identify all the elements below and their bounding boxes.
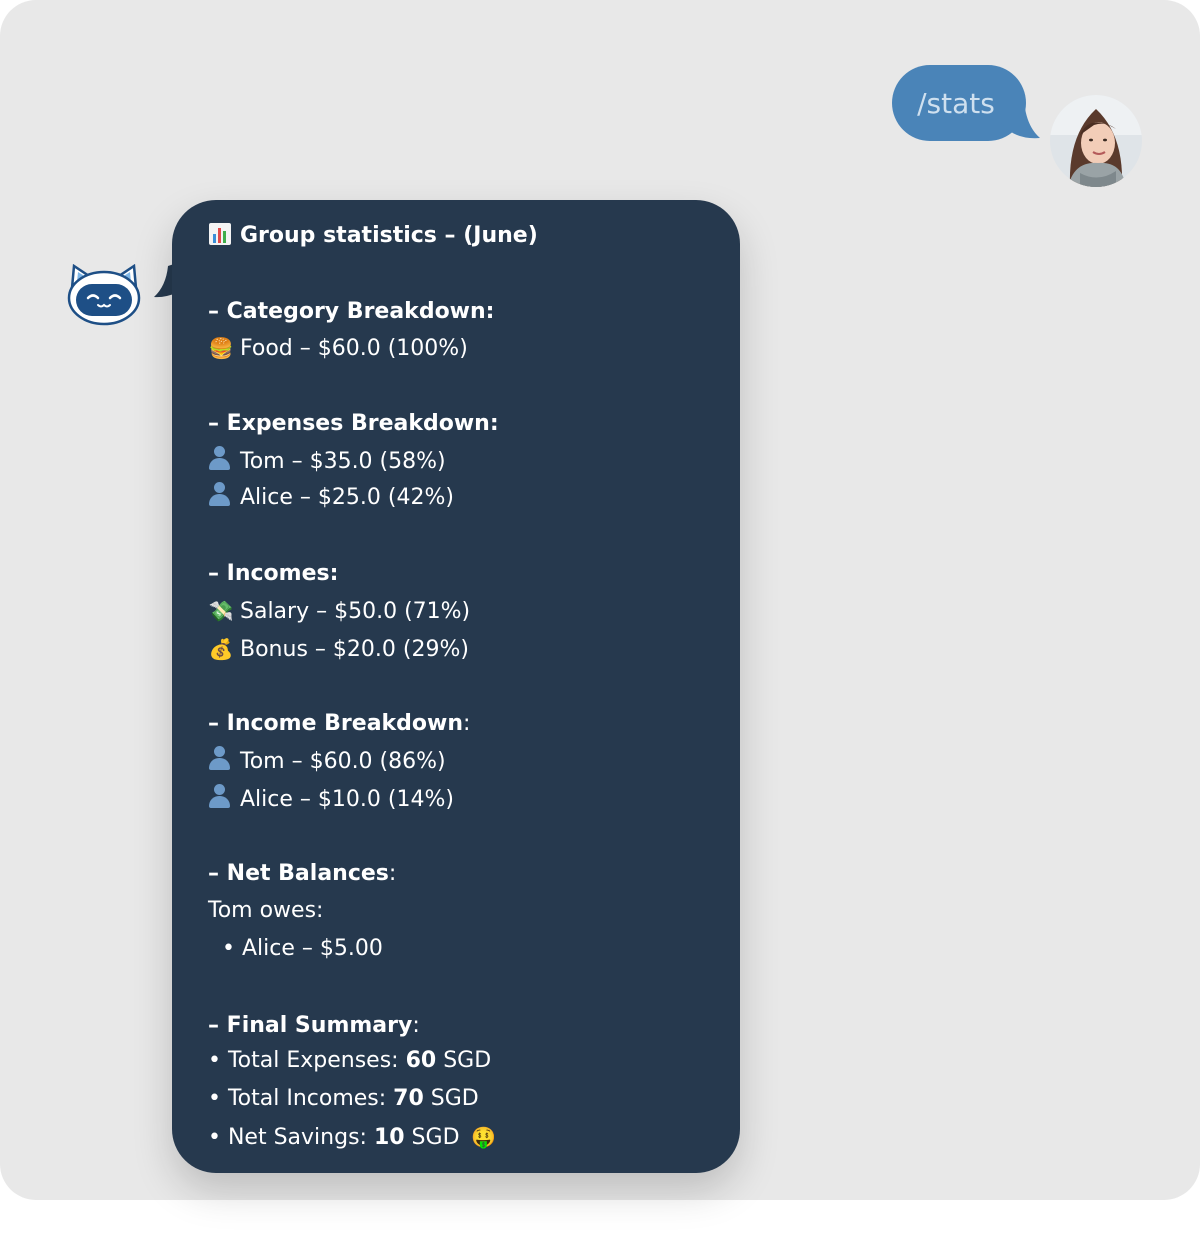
expense-item-alice: Alice – $25.0 (42%)	[208, 482, 454, 513]
user-message-text: /stats	[917, 86, 995, 120]
person-icon	[208, 784, 230, 810]
stats-title: Group statistics – (June)	[208, 221, 538, 251]
bot-avatar[interactable]	[66, 263, 142, 326]
category-item-food: 🍔 Food – $60.0 (100%)	[208, 333, 468, 364]
summary-net-savings: • Net Savings: 10 SGD 🤑	[208, 1122, 503, 1153]
income-breakdown-item-alice: Alice – $10.0 (14%)	[208, 784, 454, 815]
cat-robot-icon	[67, 263, 141, 326]
final-summary-header: – Final Summary:	[208, 1013, 420, 1038]
user-bubble-tail	[1000, 100, 1040, 139]
money-bag-icon: 💰	[208, 637, 234, 661]
owes-item: • Alice – $5.00	[222, 936, 383, 961]
person-icon	[208, 482, 230, 508]
money-with-wings-icon: 💸	[208, 599, 234, 623]
summary-total-incomes: • Total Incomes: 70 SGD	[208, 1086, 479, 1111]
owes-line: Tom owes:	[208, 898, 324, 923]
net-balances-header: – Net Balances:	[208, 861, 397, 886]
income-item-salary: 💸 Salary – $50.0 (71%)	[208, 596, 471, 627]
money-mouth-face-icon: 🤑	[471, 1125, 496, 1149]
expenses-breakdown-header: – Expenses Breakdown:	[208, 411, 499, 436]
expense-item-tom: Tom – $35.0 (58%)	[208, 446, 446, 477]
income-breakdown-header: – Income Breakdown:	[208, 711, 471, 736]
user-avatar[interactable]	[1050, 95, 1142, 187]
category-breakdown-header: – Category Breakdown:	[208, 299, 495, 324]
burger-icon: 🍔	[208, 336, 234, 360]
bar-chart-icon	[209, 223, 231, 245]
person-icon	[208, 446, 230, 472]
summary-total-expenses: • Total Expenses: 60 SGD	[208, 1048, 492, 1073]
income-breakdown-item-tom: Tom – $60.0 (86%)	[208, 746, 446, 777]
incomes-header: – Incomes:	[208, 561, 339, 586]
income-item-bonus: 💰 Bonus – $20.0 (29%)	[208, 634, 469, 665]
person-icon	[208, 746, 230, 772]
